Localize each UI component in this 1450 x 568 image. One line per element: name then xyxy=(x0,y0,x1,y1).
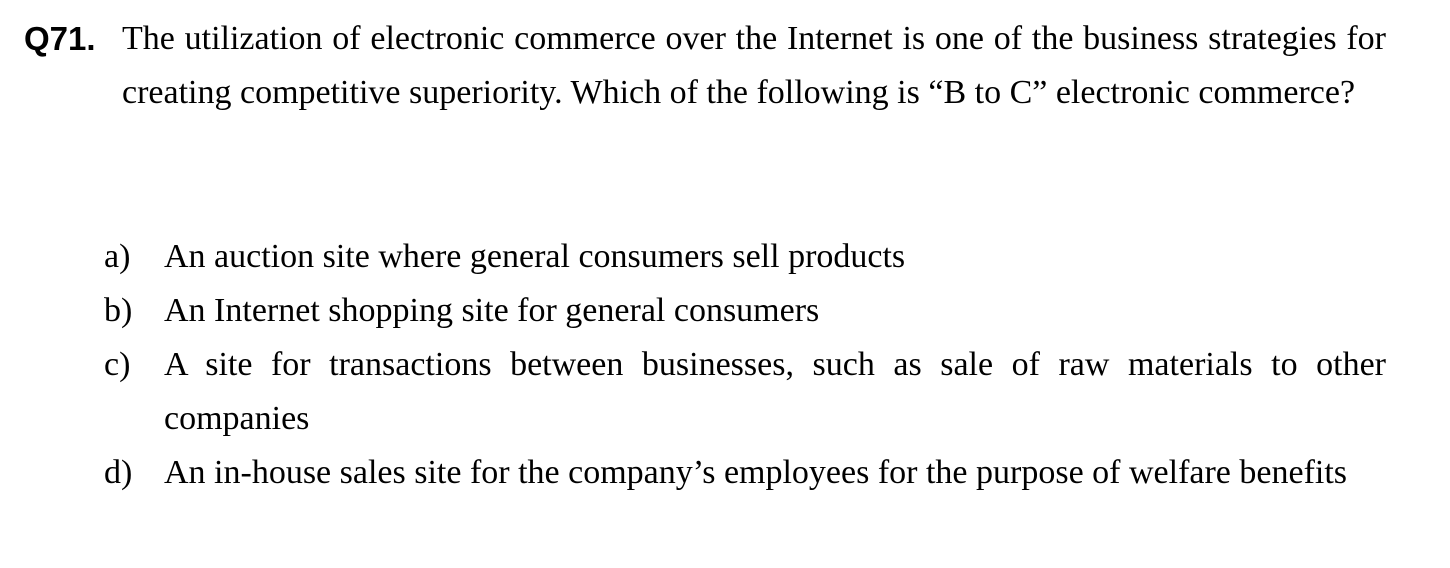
option-c: c) A site for transactions between busin… xyxy=(104,338,1386,446)
option-letter: d) xyxy=(104,454,133,491)
option-text: An auction site where general consumers … xyxy=(164,238,906,275)
option-a: a) An auction site where general consume… xyxy=(104,230,1386,284)
option-letter: b) xyxy=(104,292,133,329)
question-block: Q71. The utilization of electronic comme… xyxy=(24,12,1386,120)
option-text: An in-house sales site for the company’s… xyxy=(164,454,1348,491)
option-d: d) An in-house sales site for the compan… xyxy=(104,446,1386,500)
option-text: A site for transactions between business… xyxy=(164,346,1386,437)
option-text: An Internet shopping site for general co… xyxy=(164,292,820,329)
question-number: Q71. xyxy=(24,20,96,57)
answer-options: a) An auction site where general consume… xyxy=(104,230,1386,500)
option-letter: c) xyxy=(104,346,131,383)
option-letter: a) xyxy=(104,238,131,275)
question-text: The utilization of electronic commerce o… xyxy=(122,20,1386,111)
option-b: b) An Internet shopping site for general… xyxy=(104,284,1386,338)
